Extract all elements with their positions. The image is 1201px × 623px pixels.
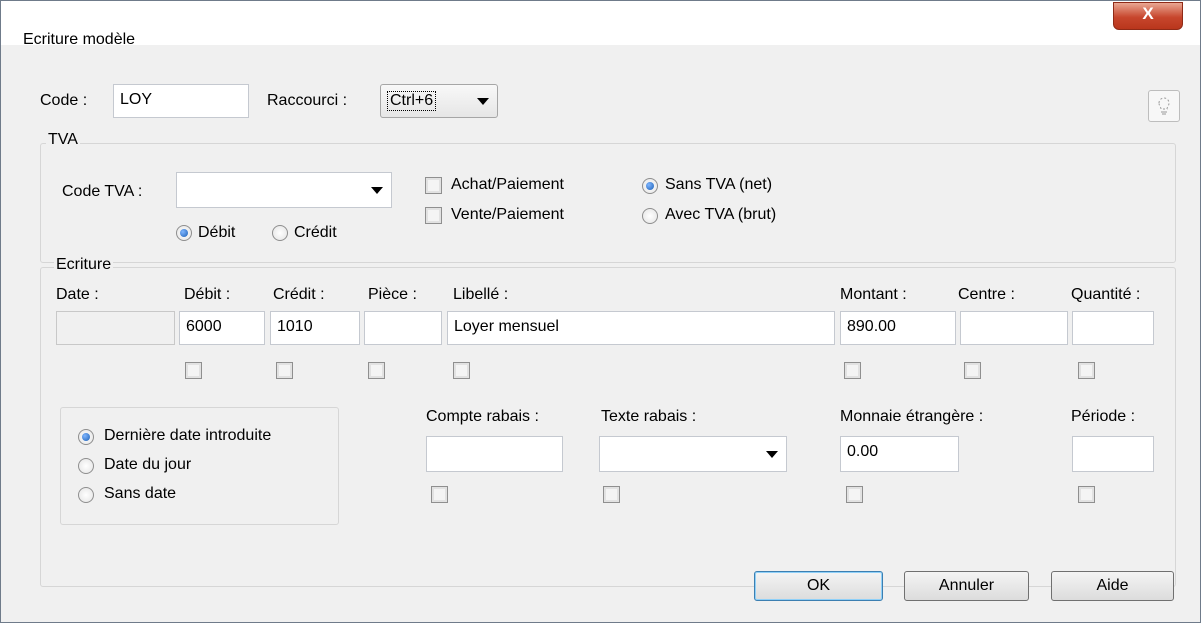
- derniere-date-radio[interactable]: [78, 429, 94, 445]
- raccourci-value: Ctrl+6: [387, 91, 437, 111]
- piece-input[interactable]: [364, 311, 442, 345]
- title-bar: Ecriture modèle X: [1, 1, 1200, 48]
- montant-column-label: Montant :: [840, 286, 907, 303]
- avec-tva-label: Avec TVA (brut): [665, 206, 777, 223]
- credit-radio[interactable]: [272, 225, 288, 241]
- texte-rabais-select[interactable]: [599, 436, 787, 472]
- montant-input[interactable]: 890.00: [840, 311, 956, 345]
- montant-lock-checkbox[interactable]: [844, 362, 861, 379]
- texte-rabais-label: Texte rabais :: [601, 408, 697, 425]
- sans-date-label: Sans date: [104, 485, 177, 502]
- date-column-label: Date :: [56, 286, 99, 303]
- debit-lock-checkbox[interactable]: [185, 362, 202, 379]
- compte-rabais-lock-checkbox[interactable]: [431, 486, 448, 503]
- debit-column-label: Débit :: [184, 286, 231, 303]
- debit-radio-label: Débit: [198, 224, 236, 241]
- achat-paiement-label: Achat/Paiement: [451, 176, 564, 193]
- aide-button[interactable]: Aide: [1051, 571, 1174, 601]
- texte-rabais-lock-checkbox[interactable]: [603, 486, 620, 503]
- annuler-button[interactable]: Annuler: [904, 571, 1029, 601]
- lightbulb-button[interactable]: [1148, 90, 1180, 122]
- code-label: Code :: [40, 92, 88, 109]
- chevron-down-icon: [766, 451, 778, 458]
- chevron-down-icon: [371, 187, 383, 194]
- date-du-jour-radio[interactable]: [78, 458, 94, 474]
- date-input[interactable]: [56, 311, 175, 345]
- libelle-input[interactable]: Loyer mensuel: [447, 311, 835, 345]
- date-du-jour-label: Date du jour: [104, 456, 192, 473]
- compte-rabais-label: Compte rabais :: [426, 408, 539, 425]
- debit-radio[interactable]: [176, 225, 192, 241]
- piece-column-label: Pièce :: [368, 286, 417, 303]
- debit-input[interactable]: 6000: [179, 311, 265, 345]
- credit-column-label: Crédit :: [273, 286, 325, 303]
- periode-lock-checkbox[interactable]: [1078, 486, 1095, 503]
- dialog-client: Code : LOY Raccourci : Ctrl+6 TVA Code T…: [1, 45, 1200, 622]
- centre-column-label: Centre :: [958, 286, 1015, 303]
- ecriture-legend: Ecriture: [54, 256, 114, 274]
- raccourci-label: Raccourci :: [267, 92, 348, 109]
- ok-button[interactable]: OK: [754, 571, 883, 601]
- credit-radio-label: Crédit: [294, 224, 337, 241]
- tva-legend: TVA: [46, 131, 80, 149]
- vente-paiement-label: Vente/Paiement: [451, 206, 564, 223]
- derniere-date-label: Dernière date introduite: [104, 427, 272, 444]
- sans-tva-radio[interactable]: [642, 178, 658, 194]
- close-icon[interactable]: X: [1114, 4, 1182, 24]
- avec-tva-radio[interactable]: [642, 208, 658, 224]
- sans-date-radio[interactable]: [78, 487, 94, 503]
- quantite-lock-checkbox[interactable]: [1078, 362, 1095, 379]
- sans-tva-label: Sans TVA (net): [665, 176, 773, 193]
- quantite-input[interactable]: [1072, 311, 1154, 345]
- periode-input[interactable]: [1072, 436, 1154, 472]
- monnaie-etrangere-label: Monnaie étrangère :: [840, 408, 984, 425]
- piece-lock-checkbox[interactable]: [368, 362, 385, 379]
- monnaie-lock-checkbox[interactable]: [846, 486, 863, 503]
- quantite-column-label: Quantité :: [1071, 286, 1141, 303]
- libelle-column-label: Libellé :: [453, 286, 509, 303]
- chevron-down-icon: [477, 98, 489, 105]
- credit-lock-checkbox[interactable]: [276, 362, 293, 379]
- centre-input[interactable]: [960, 311, 1068, 345]
- date-options-group: [60, 407, 339, 525]
- close-button[interactable]: X: [1113, 2, 1183, 30]
- code-tva-label: Code TVA :: [62, 183, 143, 200]
- credit-input[interactable]: 1010: [270, 311, 360, 345]
- centre-lock-checkbox[interactable]: [964, 362, 981, 379]
- periode-label: Période :: [1071, 408, 1136, 425]
- vente-paiement-checkbox[interactable]: [425, 207, 442, 224]
- achat-paiement-checkbox[interactable]: [425, 177, 442, 194]
- libelle-lock-checkbox[interactable]: [453, 362, 470, 379]
- monnaie-etrangere-input[interactable]: 0.00: [840, 436, 959, 472]
- dialog-window: Ecriture modèle X Code : LOY Raccourci :…: [0, 0, 1201, 623]
- lightbulb-icon: [1158, 97, 1170, 115]
- code-tva-select[interactable]: [176, 172, 392, 208]
- code-input[interactable]: LOY: [113, 84, 249, 118]
- compte-rabais-input[interactable]: [426, 436, 563, 472]
- raccourci-select[interactable]: Ctrl+6: [380, 84, 498, 118]
